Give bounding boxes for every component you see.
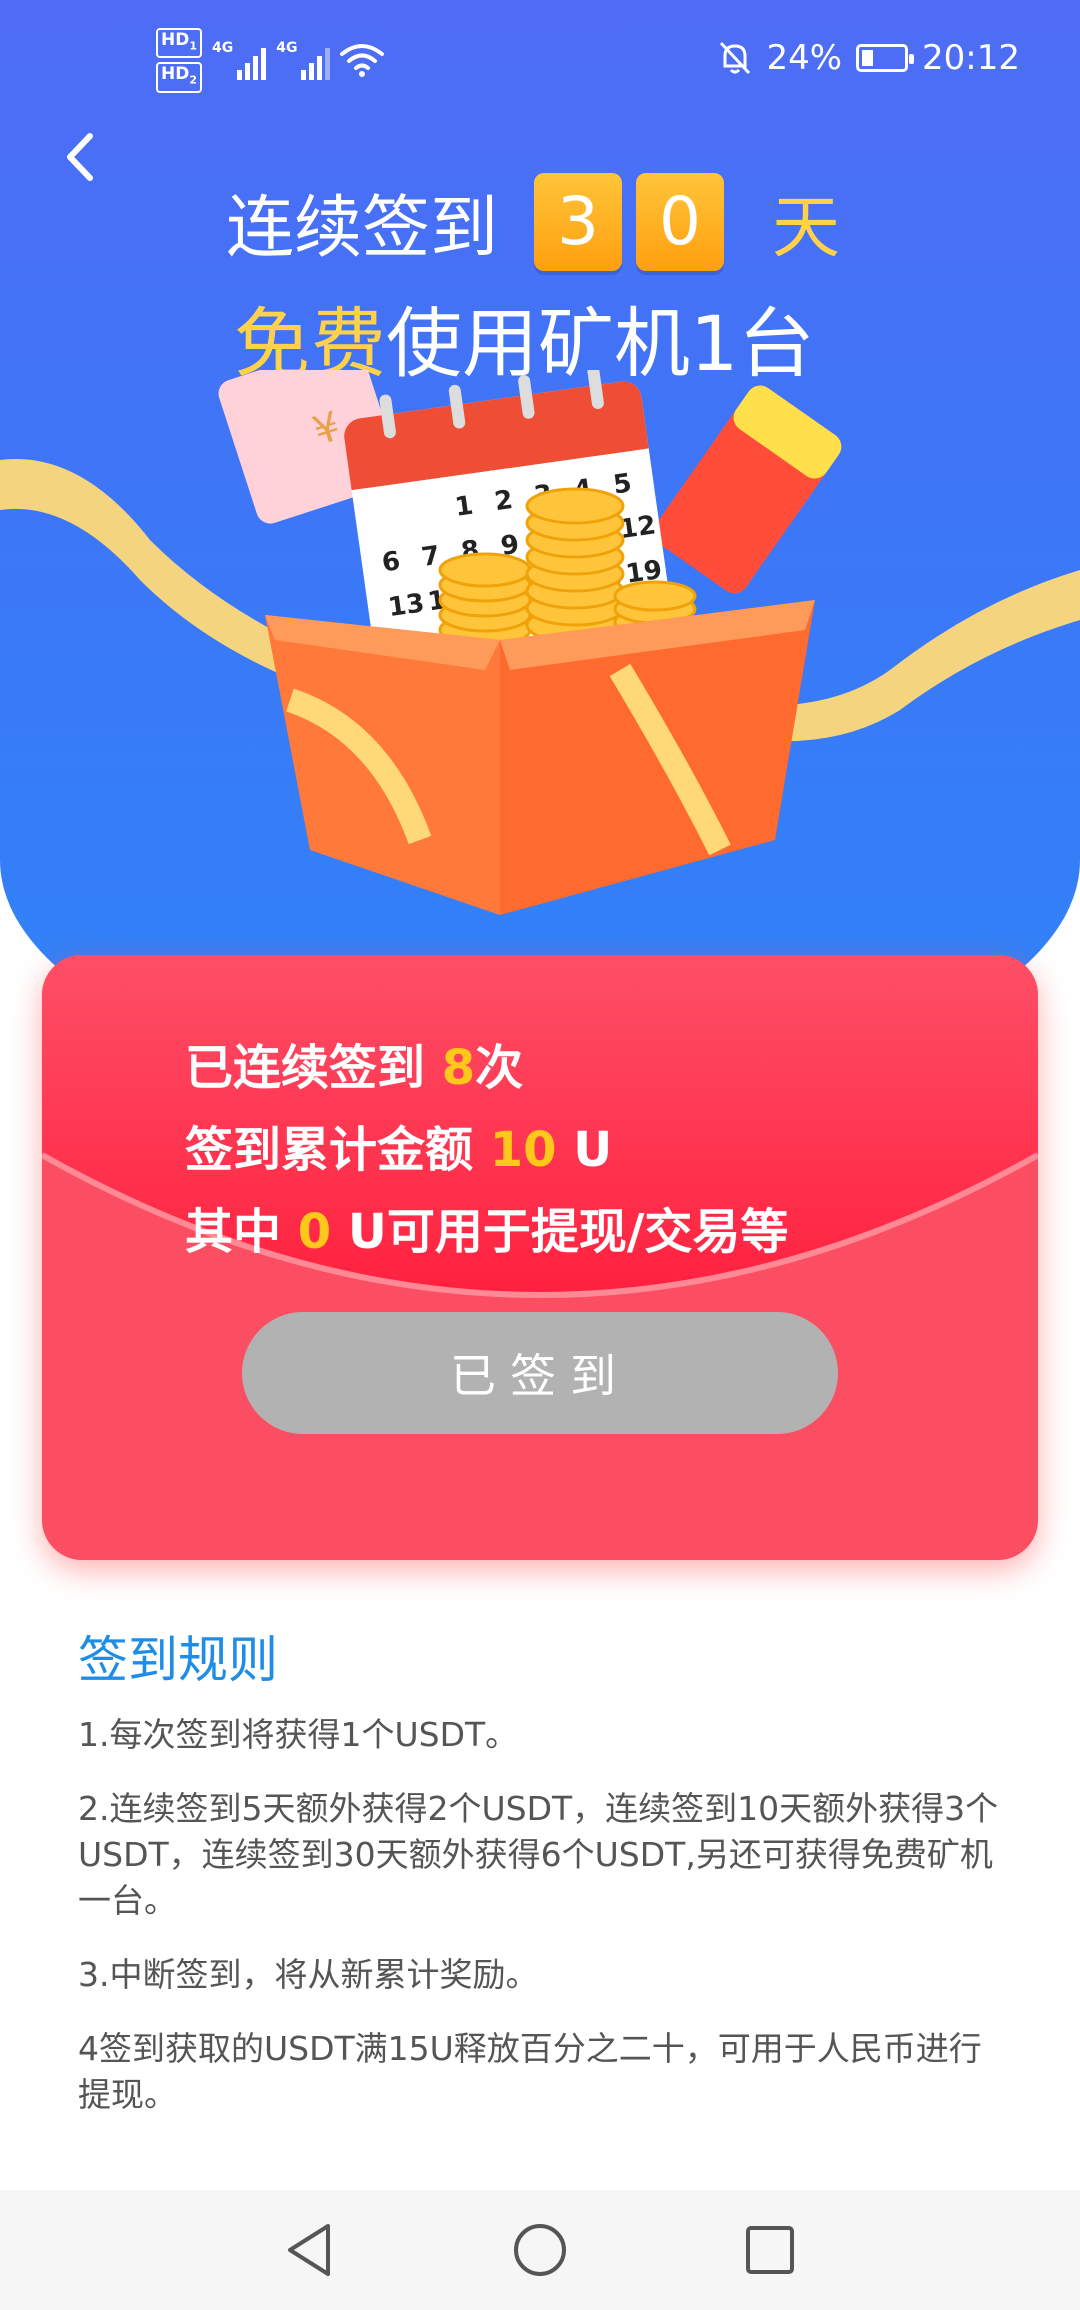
rule-item: 2.连续签到5天额外获得2个USDT，连续签到10天额外获得3个USDT，连续签…	[78, 1789, 999, 1920]
hd-indicator: HD1 HD2	[156, 28, 202, 93]
headline: 连续签到 3 0 天	[226, 172, 840, 271]
total-amount: 10	[489, 1122, 557, 1178]
rule-item: 1.每次签到将获得1个USDT。	[78, 1715, 519, 1754]
day-digit-1: 3	[534, 172, 623, 271]
consecutive-count: 8	[441, 1040, 476, 1096]
withdrawable-line: 其中 0 U可用于提现/交易等	[185, 1204, 789, 1260]
day-digit-2: 0	[636, 172, 725, 271]
rule-item: 4签到获取的USDT满15U释放百分之二十，可用于人民币进行提现。	[78, 2029, 982, 2114]
wifi-icon	[340, 44, 385, 78]
status-right: 24% 20:12	[718, 38, 1020, 78]
signed-in-button[interactable]: 已签到	[242, 1312, 838, 1434]
cal-num: 13	[386, 588, 426, 623]
system-nav-bar	[0, 2190, 1080, 2310]
rules-list: 1.每次签到将获得1个USDT。 2.连续签到5天额外获得2个USDT，连续签到…	[78, 1712, 1008, 2146]
square-recents-icon[interactable]	[740, 2220, 800, 2280]
total-amount-line: 签到累计金额 10 U	[185, 1122, 613, 1178]
status-left: HD1 HD2 4G 4G	[156, 28, 385, 93]
circle-home-icon[interactable]	[510, 2220, 570, 2280]
back-button[interactable]	[52, 122, 112, 192]
battery-percent: 24%	[766, 38, 843, 78]
gift-box	[265, 600, 815, 915]
headline-unit: 天	[772, 189, 841, 268]
battery-icon	[856, 44, 915, 72]
mute-bell-icon	[720, 41, 751, 75]
gift-box-illustration: ¥ 1 2 3 4 5 6 7 8 9 10 11 12 13 14 15	[0, 370, 1080, 915]
red-envelope	[653, 385, 842, 594]
hd2-badge: HD2	[156, 62, 202, 93]
hd1-badge: HD1	[156, 28, 202, 59]
signal-2-icon: 4G	[276, 40, 331, 81]
signal-1-icon: 4G	[212, 40, 267, 81]
rule-item: 3.中断签到，将从新累计奖励。	[78, 1955, 539, 1994]
consecutive-count-line: 已连续签到 8次	[185, 1040, 524, 1096]
headline-prefix: 连续签到	[226, 189, 499, 268]
withdrawable-amount: 0	[297, 1204, 332, 1260]
chevron-left-icon	[67, 133, 93, 181]
rules-title: 签到规则	[78, 1631, 278, 1689]
clock: 20:12	[922, 38, 1020, 78]
checkin-summary: 已连续签到 8次 签到累计金额 10 U 其中 0 U可用于提现/交易等	[185, 1027, 788, 1273]
status-bar: HD1 HD2 4G 4G 24% 20:12	[0, 0, 1080, 120]
checkin-status-card: 已连续签到 8次 签到累计金额 10 U 其中 0 U可用于提现/交易等 已签到	[42, 955, 1038, 1560]
triangle-back-icon[interactable]	[280, 2220, 340, 2280]
